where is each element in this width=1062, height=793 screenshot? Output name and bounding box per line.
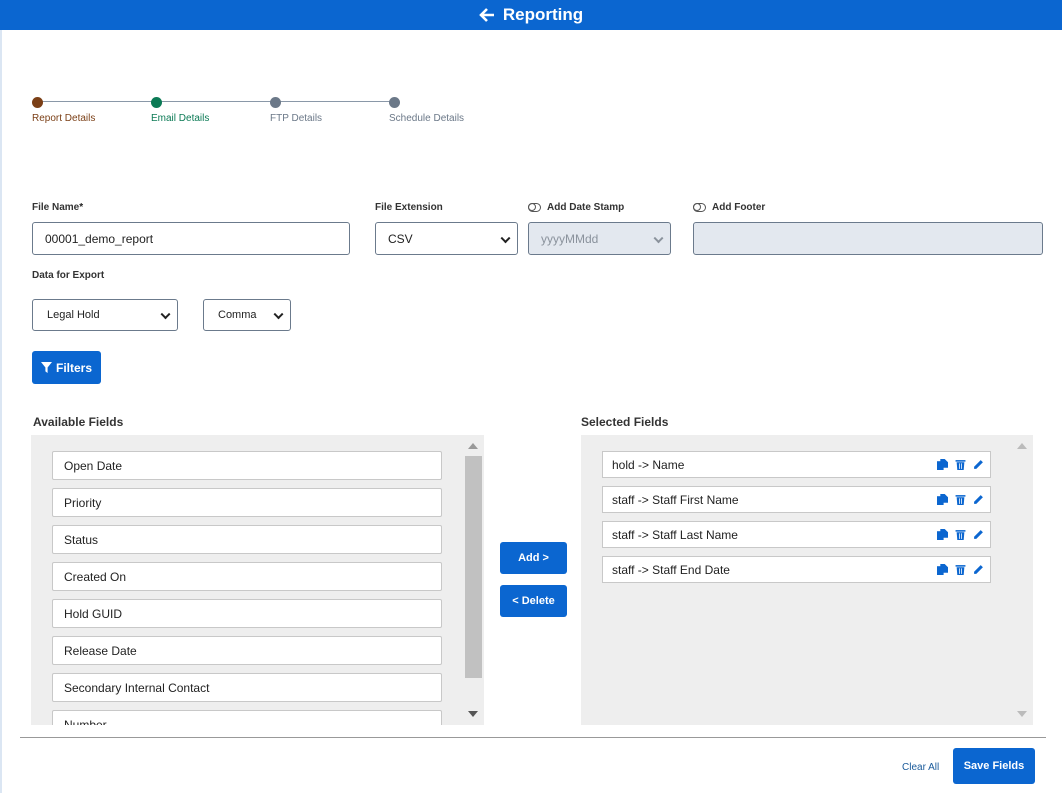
date-stamp-select: yyyyMMdd — [528, 222, 671, 255]
step-dot — [151, 97, 162, 108]
available-field-item[interactable]: Release Date — [52, 636, 442, 665]
trash-icon[interactable] — [955, 529, 966, 540]
file-extension-label: File Extension — [375, 202, 443, 213]
item-actions — [937, 529, 984, 540]
file-name-input[interactable]: 00001_demo_report — [32, 222, 350, 255]
clear-all-link[interactable]: Clear All — [902, 762, 939, 773]
copy-icon[interactable] — [937, 564, 948, 575]
step-dot — [270, 97, 281, 108]
edit-icon[interactable] — [973, 459, 984, 470]
selected-field-item[interactable]: staff -> Staff End Date — [602, 556, 991, 583]
edit-icon[interactable] — [973, 529, 984, 540]
chevron-down-icon — [160, 309, 171, 320]
step-schedule-details[interactable]: Schedule Details — [389, 113, 464, 124]
available-field-item[interactable]: Status — [52, 525, 442, 554]
header-bar: Reporting — [0, 0, 1062, 30]
date-stamp-toggle[interactable]: Add Date Stamp — [528, 202, 624, 213]
selected-field-label: staff -> Staff Last Name — [612, 527, 738, 542]
copy-icon[interactable] — [937, 494, 948, 505]
data-export-select[interactable]: Legal Hold — [32, 299, 178, 331]
step-dot — [32, 97, 43, 108]
footer-input — [693, 222, 1043, 255]
selected-field-item[interactable]: staff -> Staff First Name — [602, 486, 991, 513]
step-ftp-details[interactable]: FTP Details — [270, 113, 322, 124]
copy-icon[interactable] — [937, 459, 948, 470]
page-title: Reporting — [502, 5, 584, 24]
footer-toggle[interactable]: Add Footer — [693, 202, 765, 213]
step-report-details[interactable]: Report Details — [32, 113, 95, 124]
edit-icon[interactable] — [973, 564, 984, 575]
item-actions — [937, 459, 984, 470]
available-field-item[interactable]: Number — [52, 710, 442, 725]
selected-field-label: staff -> Staff End Date — [612, 562, 730, 577]
scroll-down-icon[interactable] — [1017, 711, 1027, 717]
available-field-item[interactable]: Hold GUID — [52, 599, 442, 628]
available-field-item[interactable]: Secondary Internal Contact — [52, 673, 442, 702]
edit-icon[interactable] — [973, 494, 984, 505]
selected-fields-title: Selected Fields — [581, 415, 669, 429]
delimiter-select[interactable]: Comma — [203, 299, 291, 331]
file-name-label: File Name* — [32, 202, 84, 213]
available-fields-list[interactable]: Open Date Priority Status Created On Hold GU… — [31, 435, 484, 725]
selected-field-item[interactable]: hold -> Name — [602, 451, 991, 478]
filters-button[interactable]: Filters — [32, 351, 101, 384]
trash-icon[interactable] — [955, 459, 966, 470]
toggle-icon[interactable] — [528, 202, 541, 212]
item-actions — [937, 564, 984, 575]
available-field-item[interactable]: Open Date — [52, 451, 442, 480]
scrollbar[interactable] — [464, 435, 483, 725]
available-fields-title: Available Fields — [33, 415, 124, 429]
selected-fields-list[interactable]: hold -> Name staff -> Staff First Name sta… — [581, 435, 1033, 725]
scroll-up-icon[interactable] — [1017, 443, 1027, 449]
arrow-left-icon[interactable] — [479, 7, 495, 23]
chevron-down-icon — [273, 309, 284, 320]
selected-field-item[interactable]: staff -> Staff Last Name — [602, 521, 991, 548]
stepper-line — [37, 101, 394, 102]
file-extension-select[interactable]: CSV — [375, 222, 518, 255]
step-dot — [389, 97, 400, 108]
selected-field-label: hold -> Name — [612, 457, 685, 472]
selected-field-label: staff -> Staff First Name — [612, 492, 739, 507]
add-button[interactable]: Add > — [500, 542, 567, 574]
scrollbar-thumb[interactable] — [465, 456, 482, 678]
chevron-down-icon — [653, 232, 664, 243]
save-fields-button[interactable]: Save Fields — [953, 748, 1035, 784]
scroll-up-icon[interactable] — [468, 443, 478, 449]
item-actions — [937, 494, 984, 505]
toggle-icon[interactable] — [693, 202, 706, 212]
available-field-item[interactable]: Priority — [52, 488, 442, 517]
step-email-details[interactable]: Email Details — [151, 113, 209, 124]
trash-icon[interactable] — [955, 494, 966, 505]
filter-icon — [40, 362, 52, 373]
left-border — [0, 30, 2, 793]
data-export-label: Data for Export — [32, 270, 105, 281]
available-field-item[interactable]: Created On — [52, 562, 442, 591]
divider — [20, 737, 1046, 738]
scroll-down-icon[interactable] — [468, 711, 478, 717]
delete-button[interactable]: < Delete — [500, 585, 567, 617]
chevron-down-icon — [500, 232, 511, 243]
copy-icon[interactable] — [937, 529, 948, 540]
trash-icon[interactable] — [955, 564, 966, 575]
